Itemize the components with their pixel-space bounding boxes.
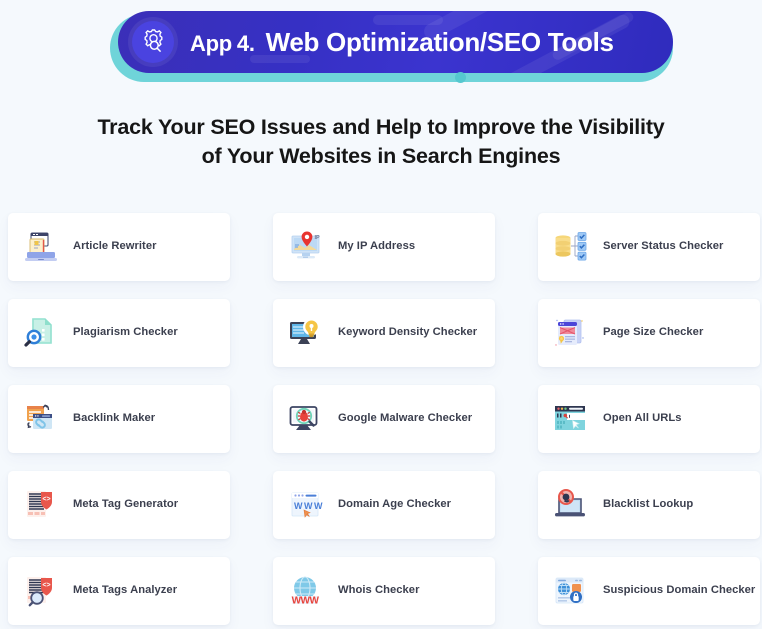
tool-card-blacklist-lookup[interactable]: Blacklist Lookup xyxy=(538,471,760,539)
tool-card-suspicious-domain-checker[interactable]: Suspicious Domain Checker xyxy=(538,557,760,625)
laptop-prohibition-icon xyxy=(552,486,590,524)
browser-www-cursor-icon: WWW. xyxy=(287,486,325,524)
app-dot: . xyxy=(248,30,255,56)
tool-row: <> Meta Tag Generator WWW Domain Age Che… xyxy=(8,471,762,557)
page-subtitle: Track Your SEO Issues and Help to Improv… xyxy=(0,113,762,170)
svg-text:IP: IP xyxy=(315,235,321,241)
tool-card-page-size-checker[interactable]: Page Size Checker xyxy=(538,299,760,367)
document-magnifier-icon xyxy=(22,314,60,352)
tool-card-keyword-density-checker[interactable]: Keyword Density Checker xyxy=(273,299,495,367)
subtitle-line-1: Track Your SEO Issues and Help to Improv… xyxy=(97,115,665,139)
document-code-shield-icon: <> xyxy=(22,486,60,524)
database-checklist-icon xyxy=(552,228,590,266)
document-shield-magnifier-icon: <> xyxy=(22,572,60,610)
tool-card-meta-tag-generator[interactable]: <> Meta Tag Generator xyxy=(8,471,230,539)
tool-row: Article Rewriter IP My IP Address Server… xyxy=(8,213,762,299)
tool-card-article-rewriter[interactable]: Article Rewriter xyxy=(8,213,230,281)
page-title: App 4 . Web Optimization/SEO Tools xyxy=(190,27,614,58)
tool-card-meta-tags-analyzer[interactable]: <> Meta Tags Analyzer xyxy=(8,557,230,625)
tool-card-my-ip-address[interactable]: IP My IP Address xyxy=(273,213,495,281)
monitor-bug-magnifier-icon xyxy=(287,400,325,438)
browser-cursor-icon xyxy=(552,400,590,438)
app-number: 4 xyxy=(236,30,249,56)
banner-title-text: Web Optimization/SEO Tools xyxy=(265,26,614,57)
seo-tools-page: App 4 . Web Optimization/SEO Tools Track… xyxy=(0,0,762,629)
tool-card-label: My IP Address xyxy=(338,240,416,253)
svg-text:<>: <> xyxy=(42,582,50,589)
laptop-document-icon xyxy=(22,228,60,266)
tool-card-label: Meta Tag Generator xyxy=(73,498,179,511)
tool-row: Backlink Maker Google Malware Checker Op… xyxy=(8,385,762,471)
tool-card-domain-age-checker[interactable]: WWW. Domain Age Checker xyxy=(273,471,495,539)
monitor-lightbulb-icon xyxy=(287,314,325,352)
tool-card-open-all-urls[interactable]: Open All URLs xyxy=(538,385,760,453)
tool-card-label: Keyword Density Checker xyxy=(338,326,478,339)
tool-card-label: Backlink Maker xyxy=(73,412,156,425)
svg-text:WWW: WWW xyxy=(292,596,320,607)
tool-row: Plagiarism Checker Keyword Density Check… xyxy=(8,299,762,385)
banner: App 4 . Web Optimization/SEO Tools xyxy=(118,11,673,73)
tool-card-label: Article Rewriter xyxy=(73,240,157,253)
tool-card-label: Blacklist Lookup xyxy=(603,498,694,511)
globe-www-icon: WWW xyxy=(287,572,325,610)
tool-card-label: Whois Checker xyxy=(338,584,420,597)
gear-magnifier-icon xyxy=(132,21,174,63)
tool-card-backlink-maker[interactable]: Backlink Maker xyxy=(8,385,230,453)
monitor-map-pin-icon: IP xyxy=(287,228,325,266)
tool-card-whois-checker[interactable]: WWW Whois Checker xyxy=(273,557,495,625)
tool-card-label: Suspicious Domain Checker xyxy=(603,584,756,597)
tool-card-label: Page Size Checker xyxy=(603,326,704,339)
subtitle-line-2: of Your Websites in Search Engines xyxy=(201,143,561,168)
tool-card-server-status-checker[interactable]: Server Status Checker xyxy=(538,213,760,281)
tool-card-label: Google Malware Checker xyxy=(338,412,473,425)
svg-text:<>: <> xyxy=(42,496,50,503)
page-header: App 4 . Web Optimization/SEO Tools xyxy=(0,0,762,96)
panels-chain-link-icon xyxy=(22,400,60,438)
svg-text:WWW.: WWW. xyxy=(294,501,324,511)
app-label: App xyxy=(190,30,232,56)
tool-card-label: Server Status Checker xyxy=(603,240,724,253)
browser-globe-lock-icon xyxy=(552,572,590,610)
tool-card-label: Domain Age Checker xyxy=(338,498,452,511)
tool-card-plagiarism-checker[interactable]: Plagiarism Checker xyxy=(8,299,230,367)
tool-card-label: Meta Tags Analyzer xyxy=(73,584,178,597)
banner-pin-dot xyxy=(455,72,466,83)
webpage-stack-icon xyxy=(552,314,590,352)
tool-grid: Article Rewriter IP My IP Address Server… xyxy=(8,213,762,629)
tool-card-google-malware-checker[interactable]: Google Malware Checker xyxy=(273,385,495,453)
tool-card-label: Plagiarism Checker xyxy=(73,326,178,339)
tool-row: <> Meta Tags Analyzer WWW Whois Checker … xyxy=(8,557,762,629)
tool-card-label: Open All URLs xyxy=(603,412,682,425)
